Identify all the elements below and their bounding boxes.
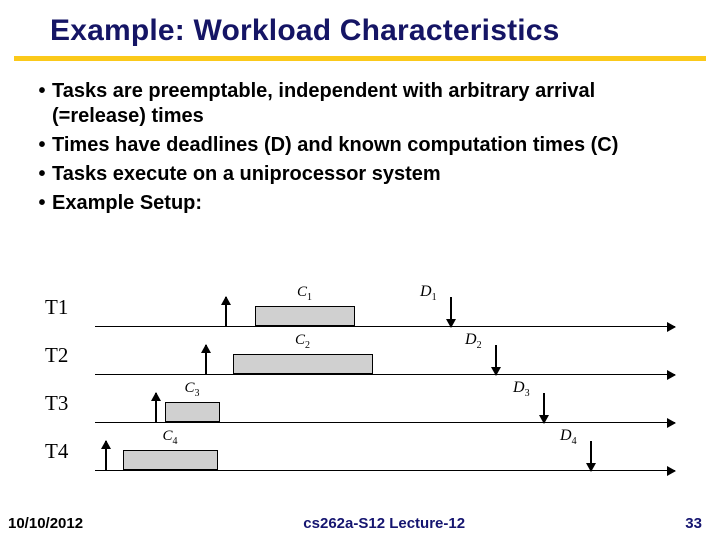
deadline-arrow-icon: [495, 345, 497, 375]
release-arrow-icon: [205, 345, 207, 375]
slide-title: Example: Workload Characteristics: [50, 14, 720, 48]
deadline-arrow-icon: [590, 441, 592, 471]
arrow-right-icon: [667, 418, 676, 428]
task-label: T4: [45, 439, 68, 464]
footer-date: 10/10/2012: [8, 515, 83, 532]
bullet-text: Example Setup:: [52, 191, 670, 216]
task-row: T4 C4 D4: [45, 429, 675, 477]
bullet-item: •Times have deadlines (D) and known comp…: [32, 133, 670, 158]
task-label: T2: [45, 343, 68, 368]
c-label: C1: [297, 284, 312, 303]
bullet-dot-icon: •: [32, 191, 52, 216]
bullet-text: Tasks execute on a uniprocessor system: [52, 162, 670, 187]
computation-box: [255, 306, 355, 326]
arrow-right-icon: [667, 370, 676, 380]
c-label: C4: [163, 428, 178, 447]
bullet-dot-icon: •: [32, 133, 52, 158]
d-label: D3: [513, 379, 530, 399]
bullet-text: Times have deadlines (D) and known compu…: [52, 133, 670, 158]
title-wrap: Example: Workload Characteristics: [0, 0, 720, 48]
release-arrow-icon: [105, 441, 107, 471]
deadline-arrow-icon: [543, 393, 545, 423]
arrow-right-icon: [667, 466, 676, 476]
bullet-dot-icon: •: [32, 162, 52, 187]
d-label: D4: [560, 427, 577, 447]
release-arrow-icon: [225, 297, 227, 327]
bullet-list: •Tasks are preemptable, independent with…: [0, 61, 720, 216]
timeline-axis: [95, 326, 675, 327]
timeline-axis: [95, 422, 675, 423]
task-row: T2 C2 D2: [45, 333, 675, 381]
c-label: C3: [185, 380, 200, 399]
task-row: T3 C3 D3: [45, 381, 675, 429]
footer-course: cs262a-S12 Lecture-12: [303, 515, 465, 532]
d-label: D2: [465, 331, 482, 351]
d-label: D1: [420, 283, 437, 303]
deadline-arrow-icon: [450, 297, 452, 327]
arrow-right-icon: [667, 322, 676, 332]
slide: Example: Workload Characteristics •Tasks…: [0, 0, 720, 540]
footer-page-number: 33: [685, 515, 702, 532]
timeline-diagram: T1 C1 D1 T2 C2 D2 T3 C3 D3 T4: [45, 285, 675, 490]
computation-box: [233, 354, 373, 374]
task-label: T1: [45, 295, 68, 320]
bullet-item: •Tasks are preemptable, independent with…: [32, 79, 670, 129]
bullet-text: Tasks are preemptable, independent with …: [52, 79, 670, 129]
computation-box: [123, 450, 218, 470]
task-label: T3: [45, 391, 68, 416]
timeline-axis: [95, 374, 675, 375]
footer: 10/10/2012 cs262a-S12 Lecture-12 33: [0, 515, 720, 532]
bullet-item: •Example Setup:: [32, 191, 670, 216]
computation-box: [165, 402, 220, 422]
bullet-item: •Tasks execute on a uniprocessor system: [32, 162, 670, 187]
task-row: T1 C1 D1: [45, 285, 675, 333]
release-arrow-icon: [155, 393, 157, 423]
bullet-dot-icon: •: [32, 79, 52, 104]
c-label: C2: [295, 332, 310, 351]
